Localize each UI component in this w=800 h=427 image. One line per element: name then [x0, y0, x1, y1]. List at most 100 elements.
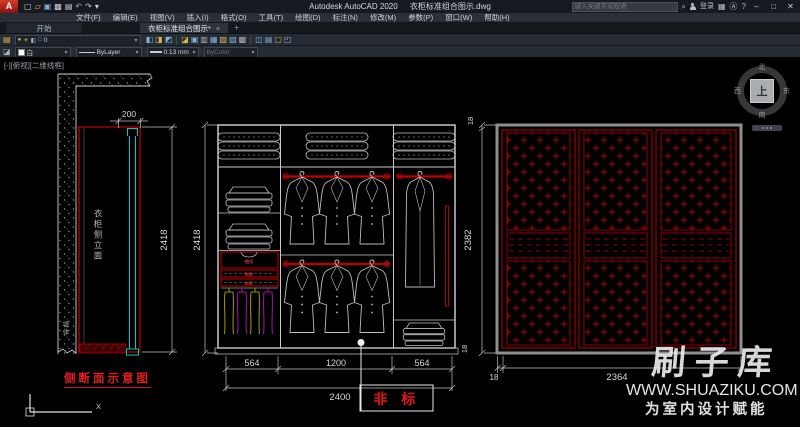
side-section-drawing: 200 2418 — [58, 74, 177, 355]
app-title: Autodesk AutoCAD 2020 — [309, 2, 398, 11]
dim-2382: 2382 — [463, 229, 474, 250]
app-store-icon[interactable]: ▦ — [718, 1, 726, 13]
plotstyle-dropdown: ByColor ▾ — [204, 47, 258, 58]
ucs-x-label: X — [96, 402, 101, 411]
file-tab-bar: 开始 衣柜标准组合图示* × + — [0, 22, 800, 33]
lineweight-sample — [150, 51, 162, 53]
door-panels — [502, 130, 736, 348]
hanging-rod — [283, 174, 451, 267]
linetype-value: ByLayer — [97, 49, 121, 56]
menu-draw[interactable]: 绘图(D) — [289, 13, 326, 22]
viewport-controls[interactable]: [-][俯视][二维线框] — [4, 60, 64, 71]
dim-18-top: 18 — [466, 117, 475, 125]
view-cube[interactable]: 北 南 西 东 上 — [733, 62, 791, 120]
autocad-logo-icon[interactable]: A — [0, 0, 18, 13]
dim-2400: 2400 — [329, 392, 350, 403]
minimize-button[interactable]: – — [750, 2, 763, 11]
viewcube-west[interactable]: 西 — [734, 86, 741, 96]
close-button[interactable]: ✕ — [784, 2, 797, 11]
navigation-bar[interactable] — [752, 125, 782, 131]
note-text: 非 标 — [374, 391, 421, 407]
color-swatch — [18, 49, 25, 56]
new-icon[interactable]: ▢ — [24, 0, 32, 13]
undo-icon[interactable]: ↶ — [75, 0, 82, 13]
save-icon[interactable]: ▣ — [44, 0, 52, 13]
color-dropdown[interactable]: 白 ▾ — [15, 47, 71, 58]
drawer-block: 抽屉 抽屉 抽屉 — [221, 252, 278, 286]
help-search-box[interactable] — [572, 2, 678, 12]
layer-color-icon: □ — [38, 37, 42, 43]
help-icon[interactable]: ? — [742, 1, 746, 13]
drawer-label: 抽屉 — [245, 258, 254, 265]
menu-tools[interactable]: 工具(T) — [253, 13, 290, 22]
tab-drawing[interactable]: 衣柜标准组合图示* × — [140, 23, 228, 33]
menu-format[interactable]: 格式(O) — [215, 13, 253, 22]
document-title: 衣柜标准组合图示.dwg — [410, 2, 491, 11]
selection-grip[interactable] — [358, 339, 365, 346]
search-input[interactable] — [573, 3, 677, 10]
dim-height-side: 2418 — [159, 229, 170, 250]
viewcube-top-face[interactable]: 上 — [750, 79, 774, 103]
viewcube-north[interactable]: 北 — [759, 62, 766, 72]
menu-insert[interactable]: 插入(I) — [181, 13, 215, 22]
menu-help[interactable]: 帮助(H) — [478, 13, 515, 22]
login-link[interactable]: 登录 — [700, 1, 714, 13]
toolbar-separator — [250, 36, 251, 45]
quick-access-toolbar: ▢ ▱ ▣ ▩ ▤ ↶ ↷ ▾ — [24, 0, 99, 13]
viewcube-south[interactable]: 南 — [759, 110, 766, 120]
menu-window[interactable]: 窗口(W) — [439, 13, 478, 22]
side-elevation-label: 衣柜侧立面 — [92, 209, 104, 262]
chevron-down-icon: ▾ — [135, 37, 138, 44]
layer-thaw-icon: ☀ — [23, 37, 28, 44]
cyan-channel — [127, 129, 139, 356]
menu-parametric[interactable]: 参数(P) — [402, 13, 439, 22]
drawer-label: 抽屉 — [245, 280, 253, 286]
watermark-brand: 刷子库 — [650, 335, 783, 384]
tab-start[interactable]: 开始 — [6, 23, 82, 33]
dim-564-right: 564 — [414, 358, 429, 368]
linetype-sample — [79, 52, 95, 53]
redo-icon[interactable]: ↷ — [85, 0, 92, 13]
front-elevation-drawing: 2418 — [192, 122, 458, 411]
chevron-down-icon: ▾ — [65, 49, 68, 56]
dim-height-front: 2418 — [192, 229, 203, 250]
menu-modify[interactable]: 修改(M) — [364, 13, 402, 22]
print-icon[interactable]: ▤ — [65, 0, 73, 13]
tab-close-icon[interactable]: × — [216, 24, 220, 33]
linetype-dropdown[interactable]: ByLayer ▾ — [76, 47, 142, 58]
save-as-icon[interactable]: ▩ — [54, 0, 62, 13]
watermark-slogan: 为室内设计赋能 — [645, 398, 768, 419]
menu-file[interactable]: 文件(F) — [70, 13, 107, 22]
layer-on-icon: ● — [18, 37, 22, 43]
menu-edit[interactable]: 编辑(E) — [107, 13, 144, 22]
side-section-caption: 侧断面示意图 — [64, 370, 151, 388]
menu-dimension[interactable]: 标注(N) — [327, 13, 364, 22]
wall-label: 墙体 — [59, 321, 69, 336]
drawing-canvas[interactable]: [-][俯视][二维线框] — [0, 57, 800, 422]
maximize-button[interactable]: □ — [767, 2, 780, 11]
toolbar-separator — [176, 36, 177, 45]
color-value: 白 — [27, 47, 34, 57]
chevron-down-icon: ▾ — [252, 49, 255, 56]
account-icon[interactable] — [690, 3, 696, 11]
viewcube-east[interactable]: 东 — [783, 86, 790, 96]
chevron-down-icon: ▾ — [193, 49, 196, 56]
open-icon[interactable]: ▱ — [35, 0, 41, 13]
window-title: Autodesk AutoCAD 2020 衣柜标准组合图示.dwg — [304, 1, 496, 12]
qat-dropdown-icon[interactable]: ▾ — [95, 0, 99, 13]
menu-view[interactable]: 视图(V) — [144, 13, 181, 22]
layer-lock-icon: ◧ — [31, 37, 37, 44]
search-icon[interactable]: ⌕ — [682, 1, 686, 13]
layer-dropdown[interactable]: ● ☀ ◧ □ 0 ▾ — [15, 35, 141, 46]
dim-18-bottom: 18 — [460, 345, 469, 353]
lineweight-dropdown[interactable]: 0.13 mm ▾ — [147, 47, 199, 58]
layer-current-value: 0 — [44, 37, 48, 44]
dim-1200: 1200 — [326, 358, 346, 368]
door-handle — [446, 206, 449, 306]
menu-bar: 文件(F) 编辑(E) 视图(V) 插入(I) 格式(O) 工具(T) 绘图(D… — [0, 13, 800, 22]
chevron-down-icon: ▾ — [136, 49, 139, 56]
dim-18-offset: 18 — [490, 373, 499, 382]
new-tab-icon[interactable]: + — [234, 23, 239, 33]
autodesk-exchange-icon[interactable]: Ⓐ — [730, 1, 738, 13]
ucs-icon: X — [26, 394, 101, 416]
